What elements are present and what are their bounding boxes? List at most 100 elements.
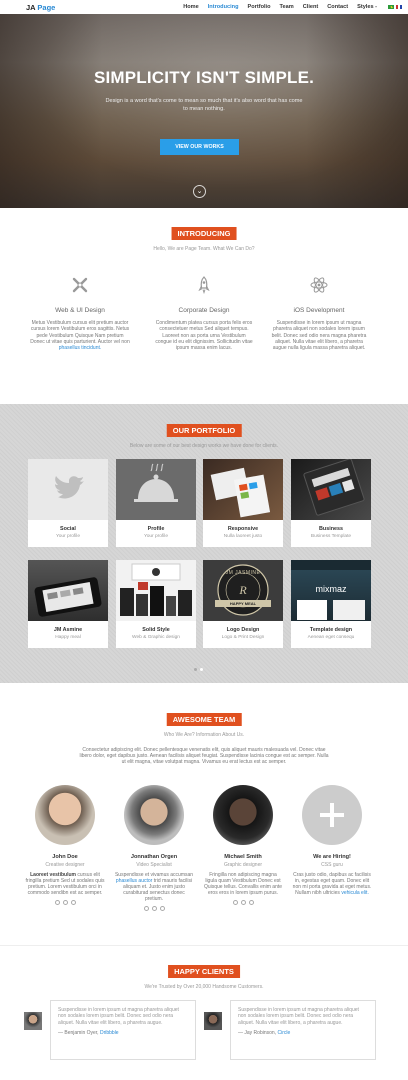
- client-quote-benjamin: Suspendisse in lorem ipsum ut magna phar…: [50, 1000, 196, 1060]
- team-label: AWESOME TEAM: [166, 713, 242, 726]
- team-member-john-doe: John Doe Creative designer Laoreet vesti…: [25, 785, 105, 906]
- quote-author: — Benjamin Oyer, Dribbble: [58, 1029, 119, 1036]
- member-link[interactable]: phasellus auctor: [116, 878, 152, 884]
- portfolio-item-profile[interactable]: Profile Your profile: [116, 459, 196, 547]
- portfolio-item-title: Responsive: [227, 526, 259, 532]
- social-icon[interactable]: [70, 900, 76, 906]
- service-title: Web & UI Design: [55, 307, 105, 314]
- team-member-jonnathan-orgen: Jonnathan Orgen Video Specialist Suspend…: [114, 785, 194, 912]
- avatar: [213, 785, 273, 845]
- portfolio-item-subtitle: Nulla laoreet justo: [223, 534, 263, 539]
- social-icon[interactable]: [159, 906, 165, 912]
- service-text: Metus Vestibulum cursus elit pretium auc…: [30, 320, 130, 352]
- mixmaz-title: mixmaz: [315, 584, 347, 594]
- avatar: [35, 785, 95, 845]
- client-avatar: [204, 1012, 222, 1030]
- member-socials: [114, 906, 194, 912]
- responsive-devices-image: [203, 459, 283, 520]
- portfolio-item-title: Social: [60, 526, 76, 532]
- portfolio-label: OUR PORTFOLIO: [166, 424, 242, 437]
- social-icon[interactable]: [54, 900, 60, 906]
- view-works-button[interactable]: VIEW OUR WORKS: [160, 139, 239, 155]
- portfolio-item-subtitle: Business Template: [310, 534, 352, 539]
- badge-bottom-text: HAPPY MEAL: [229, 601, 257, 606]
- nav-styles[interactable]: Styles -: [357, 4, 377, 10]
- scroll-down-icon[interactable]: ⌄: [193, 185, 206, 198]
- quote-company-link[interactable]: Circle: [277, 1030, 290, 1036]
- portfolio-item-responsive[interactable]: Responsive Nulla laoreet justo: [203, 459, 283, 547]
- uk-flag-icon[interactable]: [396, 5, 402, 9]
- service-web-ui: Web & UI Design Metus Vestibulum cursus …: [30, 274, 130, 351]
- portfolio-item-title: Solid Style: [142, 627, 170, 633]
- portfolio-pagination: [194, 668, 203, 671]
- brazil-flag-icon[interactable]: [388, 5, 394, 9]
- portfolio-item-logo-design[interactable]: R JM JASMINE HAPPY MEAL Logo Design Logo…: [203, 560, 283, 648]
- introducing-label: INTRODUCING: [171, 227, 237, 240]
- atom-icon: [269, 274, 369, 296]
- team-subtitle: Who We Are? Information About Us.: [163, 732, 245, 738]
- member-bio: Cras justo odio, dapibus ac facilisis in…: [292, 872, 372, 897]
- social-icon[interactable]: [143, 906, 149, 912]
- portfolio-item-subtitle: Your profile: [143, 534, 169, 539]
- service-ios: iOS Development Suspendisse in lorem ips…: [269, 274, 369, 351]
- nav-introducing[interactable]: Introducing: [208, 4, 239, 10]
- logo-main: JA: [26, 2, 36, 12]
- member-socials: [25, 900, 105, 906]
- mixmaz-template-image: mixmaz: [291, 560, 371, 621]
- portfolio-item-solid-style[interactable]: Solid Style Web & Graphic design: [116, 560, 196, 648]
- quote-author: — Jay Robinson, Circle: [238, 1029, 291, 1036]
- social-icon[interactable]: [151, 906, 157, 912]
- quote-text: Suspendisse in lorem ipsum ut magna phar…: [58, 1007, 179, 1026]
- pagination-dot[interactable]: [200, 668, 203, 671]
- member-role: Graphic designer: [223, 862, 263, 868]
- member-name: John Doe: [52, 854, 78, 860]
- client-avatar: [24, 1012, 42, 1030]
- portfolio-item-title: Logo Design: [226, 627, 260, 633]
- team-description: Consectetur adipiscing elit. Donec pelle…: [79, 747, 329, 766]
- team-member-michael-smith: Michael Smith Graphic designer Fringilla…: [203, 785, 283, 906]
- portfolio-item-subtitle: Your profile: [55, 534, 81, 539]
- portfolio-item-social[interactable]: Social Your profile: [28, 459, 108, 547]
- clients-subtitle: We're Trusted by Over 20,000 Handsome Cu…: [144, 984, 264, 990]
- quote-company-link[interactable]: Dribbble: [100, 1030, 119, 1036]
- nav-home[interactable]: Home: [183, 4, 199, 10]
- member-bio: Laoreet vestibulum cursus elit fringilla…: [25, 872, 105, 897]
- nav-client[interactable]: Client: [303, 4, 319, 10]
- section-divider: [0, 945, 408, 946]
- portfolio-item-title: Profile: [147, 526, 165, 532]
- rocket-icon: [154, 274, 254, 296]
- nav-team[interactable]: Team: [280, 4, 294, 10]
- portfolio-item-title: JM Asmine: [53, 627, 83, 633]
- svg-text:R: R: [238, 583, 247, 597]
- badge-top-text: JM JASMINE: [225, 570, 261, 576]
- service-title: Corporate Design: [178, 307, 230, 314]
- service-corporate: Corporate Design Condimentum platea curs…: [154, 274, 254, 351]
- plus-icon[interactable]: [302, 785, 362, 845]
- portfolio-item-template-design[interactable]: mixmaz Template design Aenean eget conse…: [291, 560, 371, 648]
- hero-subtitle: Design is a word that's come to mean so …: [105, 98, 303, 112]
- pagination-dot[interactable]: [194, 668, 197, 671]
- main-nav: Home Introducing Portfolio Team Client C…: [183, 4, 402, 10]
- social-icon[interactable]: [232, 900, 238, 906]
- portfolio-item-business[interactable]: Business Business Template: [291, 459, 371, 547]
- member-role: Creative designer: [45, 862, 85, 868]
- nav-portfolio[interactable]: Portfolio: [248, 4, 271, 10]
- member-name: We are Hiring!: [313, 854, 351, 860]
- social-icon[interactable]: [240, 900, 246, 906]
- portfolio-item-title: Business: [319, 526, 343, 532]
- social-icon[interactable]: [62, 900, 68, 906]
- portfolio-item-subtitle: Aenean eget consequ: [307, 635, 355, 640]
- site-logo[interactable]: JA Page: [26, 3, 55, 12]
- portfolio-item-title: Template design: [309, 627, 353, 633]
- team-member-hiring: We are Hiring! CSS guru Cras justo odio,…: [292, 785, 372, 896]
- member-link[interactable]: vehicula elit.: [341, 890, 369, 896]
- portfolio-item-jm-asmine[interactable]: JM Asmine Happy meal: [28, 560, 108, 648]
- social-icon[interactable]: [248, 900, 254, 906]
- branding-mockup-image: [116, 560, 196, 621]
- member-role: CSS guru: [321, 862, 343, 868]
- service-link[interactable]: phasellus tincidunt.: [59, 345, 102, 351]
- member-name: Jonnathan Orgen: [130, 854, 178, 860]
- nav-contact[interactable]: Contact: [327, 4, 348, 10]
- portfolio-item-subtitle: Logo & Print Design: [221, 635, 265, 640]
- hero-section: SIMPLICITY ISN'T SIMPLE. Design is a wor…: [0, 14, 408, 208]
